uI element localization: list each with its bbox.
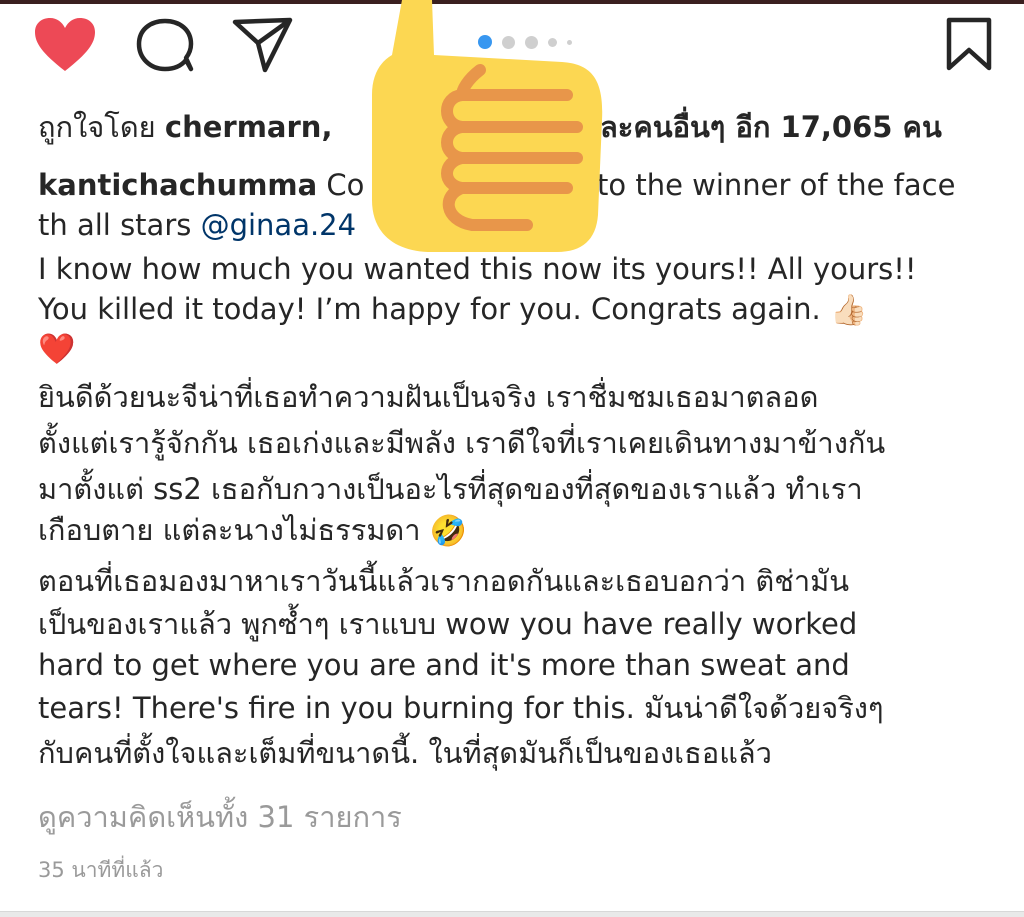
caption-line-12: hard to get where you are and it's more … [38,648,850,682]
view-all-comments-link[interactable]: ดูความคิดเห็นทั้ง 31 รายการ [38,797,402,837]
bottom-divider [0,911,1024,917]
caption-line-9: เกือบตาย แต่ละนางไม่ธรรมดา 🤣 [38,510,467,552]
caption-line-11: เป็นของเราแล้ว พูกซ้ำๆ เราแบบ wow you ha… [38,607,858,641]
caption-line-4-text: You killed it today! I’m happy for you. … [38,292,821,326]
bookmark-icon[interactable] [946,17,992,71]
caption-line-14: กับคนที่ตั้งใจและเต็มที่ขนาดนี้. ในที่สุ… [38,736,772,770]
caption-line-2-text: th all stars [38,208,201,242]
red-heart-emoji: ❤️ [38,332,76,367]
caption-line-1-tail: to the winner of the face [597,168,956,202]
likes-summary: ถูกใจโดย chermarn, [38,107,332,147]
caption-line-13: tears! There's fire in you burning for t… [38,691,884,725]
likes-separator: , [321,110,333,144]
likes-count[interactable]: ละคนอื่นๆ อีก 17,065 คน [600,107,942,147]
thumbs-up-emoji: 👍🏻 [829,293,868,328]
rofl-emoji: 🤣 [429,514,468,549]
post-timestamp: 35 นาทีที่แล้ว [38,858,164,882]
caption-start: Co [317,168,365,202]
caption-line-6: ยินดีด้วยนะจีน่าที่เธอทำความฝันเป็นจริง … [38,380,819,414]
thumbs-up-sticker [372,0,603,252]
caption-line-7: ตั้งแต่เรารู้จักกัน เธอเก่งและมีพลัง เรา… [38,426,886,460]
caption-line-9-text: เกือบตาย แต่ละนางไม่ธรรมดา [38,513,421,547]
caption-line-4: You killed it today! I’m happy for you. … [38,289,867,331]
heart-icon[interactable] [34,17,96,73]
caption-line-8: มาตั้งแต่ ss2 เธอกับกวางเป็นอะไรที่สุดขอ… [38,472,863,506]
caption-line-1: kanticha­chumma Co [38,165,364,205]
likes-prefix: ถูกใจโดย [38,110,165,144]
mention-link[interactable]: @ginaa.24 [201,208,357,242]
caption-line-10: ตอนที่เธอมองมาหาเราวันนี้แล้วเรากอดกันแล… [38,564,850,598]
liked-by-username[interactable]: chermarn [165,110,322,144]
caption-username[interactable]: kanticha­chumma [38,168,317,202]
caption-line-2: th all stars @ginaa.24 [38,205,356,245]
share-icon[interactable] [232,17,294,73]
comment-icon[interactable] [136,18,194,72]
caption-line-5: ❤️ [38,328,75,370]
post-screen: ถูกใจโดย chermarn, ละคนอื่นๆ อีก 17,065 … [0,0,1024,917]
